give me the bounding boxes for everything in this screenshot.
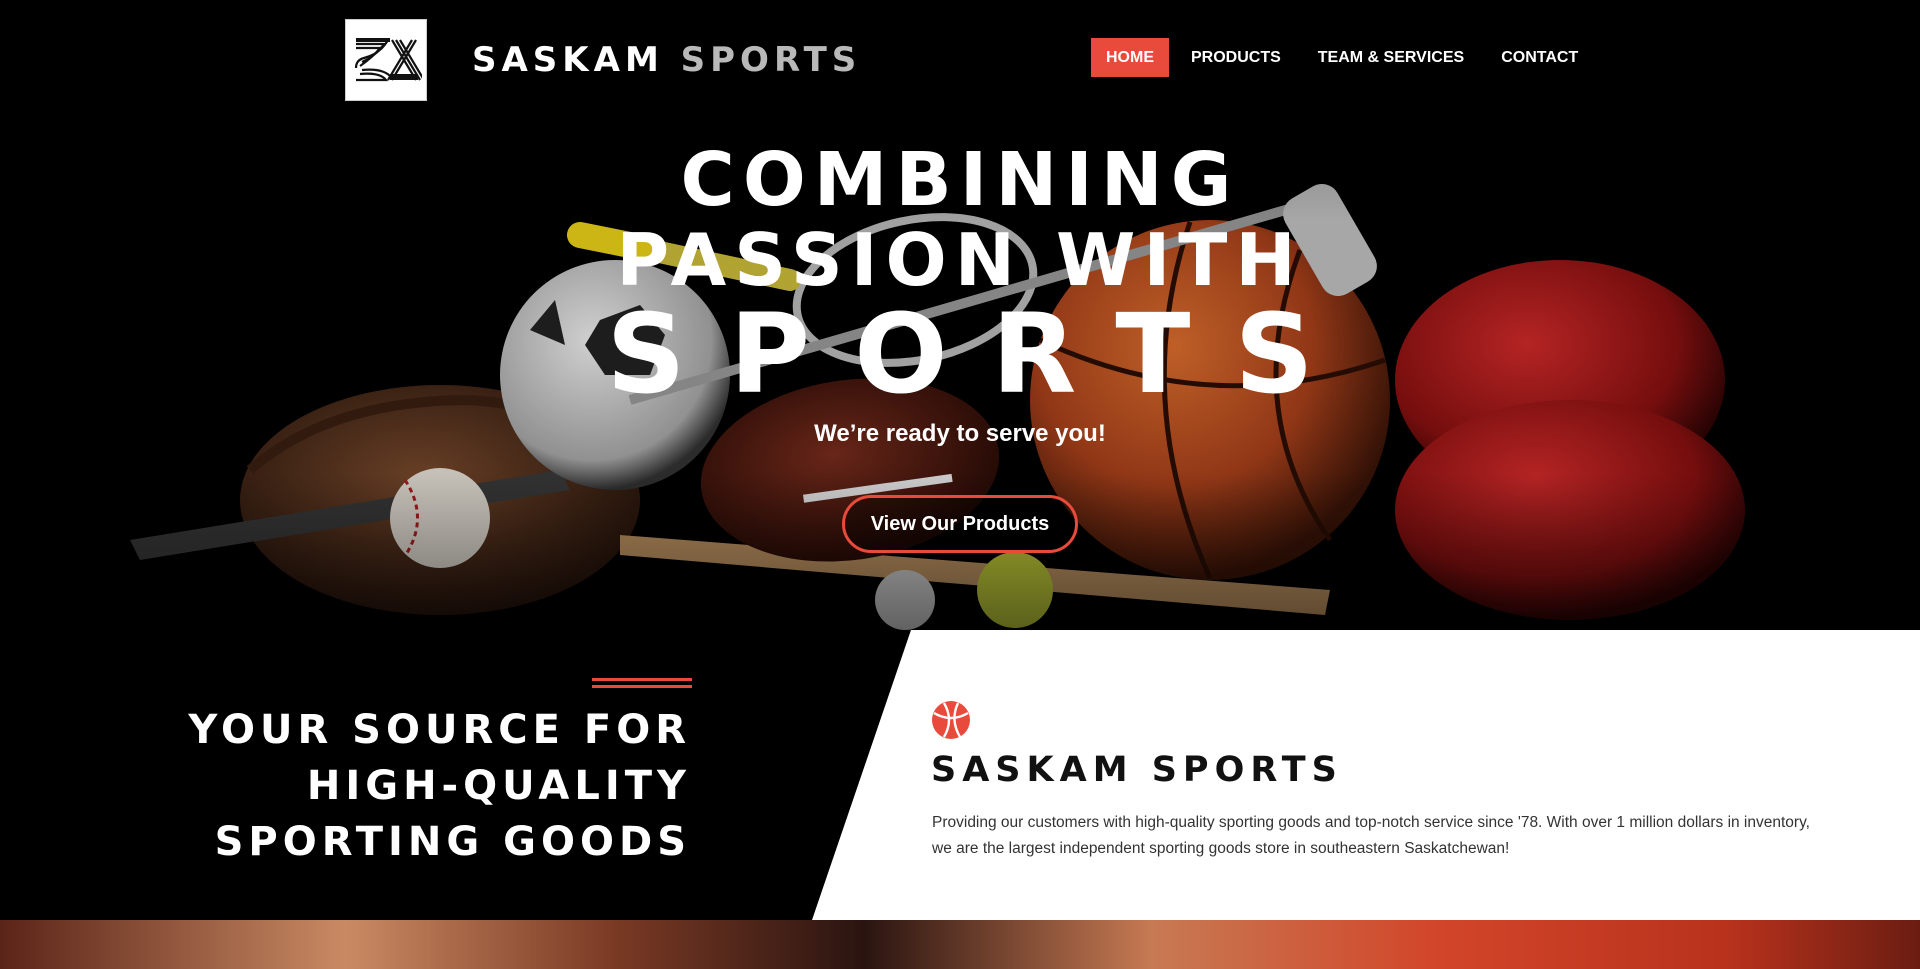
hero-headline-line2: PASSION WITH	[616, 218, 1304, 302]
main-nav: HOME PRODUCTS TEAM & SERVICES CONTACT	[1091, 38, 1600, 77]
accent-lines	[592, 678, 692, 692]
hero-headline-line3: SPORTS	[606, 290, 1358, 418]
hero-tagline: We’re ready to serve you!	[814, 420, 1106, 447]
view-products-button[interactable]: View Our Products	[842, 495, 1078, 553]
source-line-2: HIGH-QUALITY	[306, 763, 691, 809]
brand-secondary: SPORTS	[680, 40, 862, 80]
hero-headline-line1: COMBINING	[680, 137, 1240, 223]
sk-logo-icon	[350, 24, 422, 96]
hero-section: SASKAM SPORTS HOME PRODUCTS TEAM & SERVI…	[0, 0, 1920, 630]
source-line-3: SPORTING GOODS	[214, 819, 691, 865]
brand-primary: SASKAM	[472, 40, 664, 80]
nav-home[interactable]: HOME	[1091, 38, 1169, 77]
nav-contact[interactable]: CONTACT	[1486, 38, 1593, 77]
next-section-preview	[0, 920, 1920, 969]
about-description: Providing our customers with high-qualit…	[932, 814, 1810, 857]
brand-name[interactable]: SASKAM SPORTS	[472, 38, 861, 82]
intro-section: YOUR SOURCE FOR HIGH-QUALITY SPORTING GO…	[0, 630, 1920, 920]
source-line-1: YOUR SOURCE FOR	[188, 707, 691, 753]
nav-products[interactable]: PRODUCTS	[1176, 38, 1296, 77]
about-title: SASKAM SPORTS	[931, 750, 1343, 790]
logo[interactable]	[345, 19, 427, 101]
source-heading: YOUR SOURCE FOR HIGH-QUALITY SPORTING GO…	[188, 702, 691, 870]
basketball-icon	[932, 701, 970, 739]
nav-team-services[interactable]: TEAM & SERVICES	[1303, 38, 1479, 77]
